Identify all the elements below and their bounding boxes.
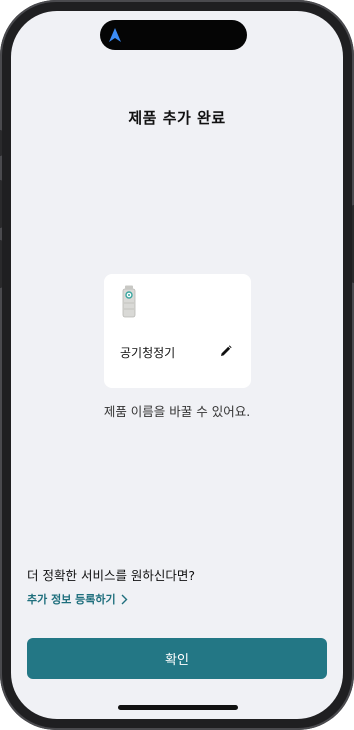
device-name: 공기청정기 — [120, 346, 176, 360]
home-indicator — [118, 705, 238, 710]
add-info-link[interactable]: 추가 정보 등록하기 — [27, 591, 128, 607]
mute-switch — [0, 130, 2, 156]
phone-frame: 제품 추가 완료 공기청정기 제품 이름을 바꿀 수 있어요. 더 정확한 서비… — [0, 0, 354, 730]
screen: 제품 추가 완료 공기청정기 제품 이름을 바꿀 수 있어요. 더 정확한 서비… — [11, 11, 343, 719]
volume-up-button — [0, 180, 2, 228]
volume-down-button — [0, 240, 2, 288]
dynamic-island — [100, 20, 247, 50]
air-purifier-icon — [122, 285, 136, 318]
device-card: 공기청정기 — [104, 274, 251, 388]
chevron-right-icon — [121, 594, 128, 604]
edit-pencil-icon[interactable] — [220, 345, 232, 357]
rename-hint: 제품 이름을 바꿀 수 있어요. — [103, 404, 251, 419]
add-info-link-label: 추가 정보 등록하기 — [27, 593, 116, 606]
confirm-button[interactable]: 확인 — [27, 638, 327, 679]
promo-question: 더 정확한 서비스를 원하신다면? — [27, 568, 196, 583]
location-arrow-icon — [109, 28, 121, 42]
page-title: 제품 추가 완료 — [128, 109, 226, 127]
